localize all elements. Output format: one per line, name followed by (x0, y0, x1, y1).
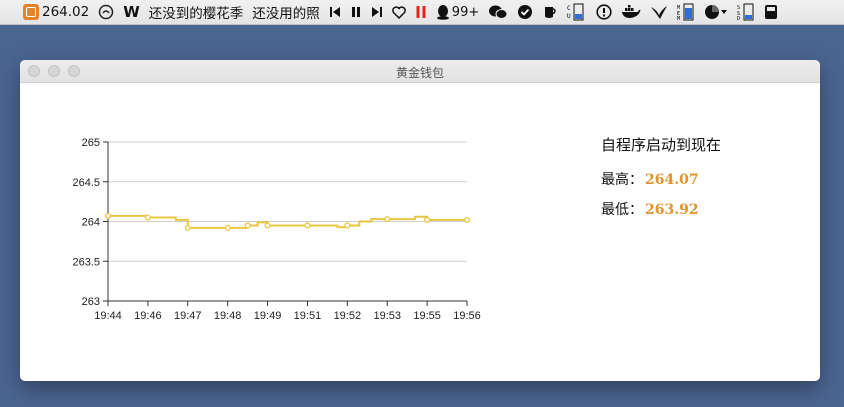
x-tick-label: 19:49 (254, 310, 282, 322)
red-pause-icon[interactable] (415, 5, 427, 19)
data-point (344, 222, 351, 229)
data-point (264, 222, 271, 229)
menu-bar: 264.02 W 还没到的樱花季 还没用的照 99+ CU M E M S S … (0, 0, 844, 25)
x-tick-label: 19:48 (214, 310, 242, 322)
svg-text:M: M (677, 16, 680, 21)
stats-heading: 自程序启动到现在 (601, 136, 722, 154)
gold-wallet-window: 黄金钱包 265 264.5 264 263.5 263 19:44 19:46 19:47 1… (20, 60, 820, 381)
wechat-icon[interactable] (488, 4, 508, 20)
x-tick-label: 19:55 (413, 310, 441, 322)
low-label: 最低： (601, 202, 643, 218)
now-playing-artist[interactable]: 还没用的照 (252, 2, 320, 22)
memory-meter-icon[interactable]: MEM (677, 3, 695, 21)
heart-icon[interactable] (391, 5, 406, 19)
gold-price-status[interactable]: 264.02 (42, 4, 89, 20)
price-chart: 265 264.5 264 263.5 263 19:44 19:46 19:47 19:48 1… (20, 82, 820, 381)
x-tick-label: 19:47 (174, 310, 202, 322)
svg-text:U: U (567, 13, 571, 20)
high-value: 264.07 (645, 172, 699, 188)
x-tick-label: 19:53 (373, 310, 401, 322)
docker-icon[interactable] (621, 5, 641, 19)
pie-chart-icon[interactable] (704, 4, 728, 20)
y-tick-label: 264 (82, 217, 100, 229)
data-point (224, 224, 231, 231)
data-point (424, 216, 431, 223)
low-row: 最低： 263.92 (601, 199, 721, 229)
y-tick-label: 263 (82, 296, 100, 308)
data-point (304, 222, 311, 229)
x-tick-label: 19:51 (294, 310, 322, 322)
title-bar[interactable]: 黄金钱包 (20, 60, 820, 83)
gold-price-app-icon[interactable] (23, 4, 39, 20)
stats-panel: 自程序启动到现在 最高： 264.07 最低： 263.92 (601, 134, 721, 229)
data-point (104, 212, 112, 219)
svg-text:C: C (567, 5, 571, 12)
chat-bubble-icon[interactable] (98, 4, 114, 20)
next-track-icon[interactable] (371, 6, 383, 18)
ssd-meter-icon[interactable]: SSD (737, 3, 755, 21)
exclamation-icon[interactable] (596, 4, 612, 20)
data-point (184, 224, 191, 231)
qq-unread-badge: 99+ (451, 4, 480, 20)
svg-text:D: D (737, 16, 740, 21)
data-point (384, 216, 391, 223)
previous-track-icon[interactable] (329, 6, 341, 18)
high-row: 最高： 264.07 (601, 169, 721, 199)
x-tick-label: 19:56 (453, 310, 481, 322)
pause-icon[interactable] (350, 6, 362, 18)
check-badge-icon[interactable] (517, 4, 533, 20)
price-line-chart: 265 264.5 264 263.5 263 19:44 19:46 19:47 19:48 1… (72, 137, 481, 322)
low-value: 263.92 (645, 202, 699, 218)
window-title: 黄金钱包 (395, 66, 444, 80)
network-meter-icon[interactable] (764, 4, 778, 20)
cpu-meter-icon[interactable]: CU (567, 3, 587, 21)
data-point (463, 216, 471, 223)
w-app-icon[interactable]: W (123, 3, 140, 21)
data-point (144, 214, 151, 221)
x-tick-label: 19:52 (334, 310, 362, 322)
y-tick-label: 264.5 (72, 177, 100, 189)
x-tick-label: 19:44 (94, 310, 122, 322)
y-tick-label: 263.5 (72, 256, 100, 268)
x-tick-label: 19:46 (134, 310, 162, 322)
now-playing-song[interactable]: 还没到的樱花季 (149, 2, 244, 22)
high-label: 最高： (601, 172, 643, 188)
qq-icon[interactable]: 99+ (436, 4, 479, 20)
bird-icon[interactable] (650, 4, 668, 20)
jug-icon[interactable] (542, 4, 558, 20)
y-tick-label: 265 (82, 137, 100, 149)
data-point (244, 222, 251, 229)
